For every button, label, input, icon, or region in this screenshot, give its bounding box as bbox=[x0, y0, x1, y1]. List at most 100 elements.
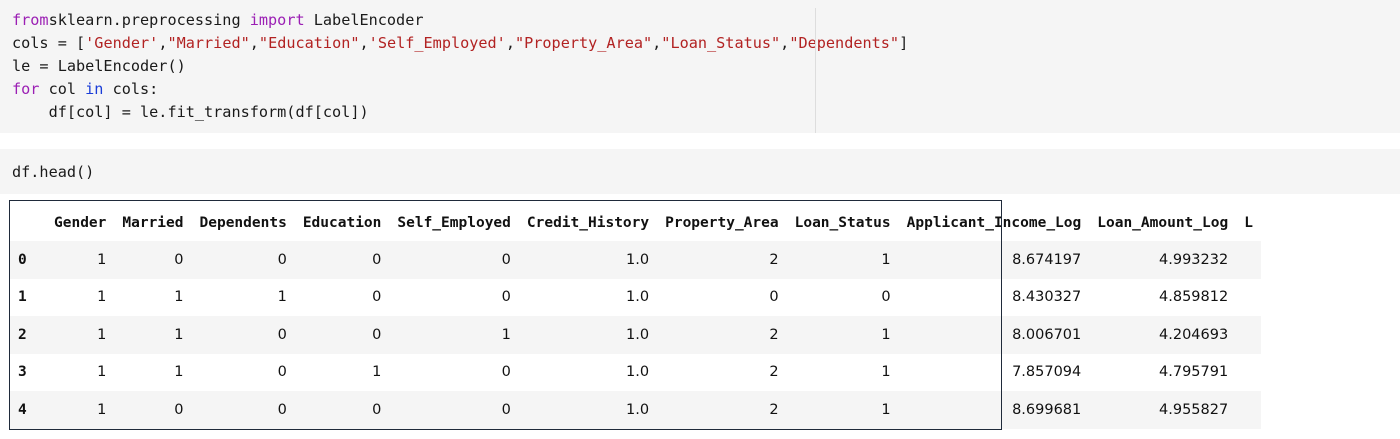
table-cell: 0 bbox=[501, 401, 511, 418]
code-token: cols = [ bbox=[12, 34, 86, 52]
row-index: 0 bbox=[18, 251, 27, 268]
table-cell: 1 bbox=[881, 326, 891, 343]
column-header: Loan_Amount_Log bbox=[1097, 214, 1229, 231]
table-cell: 0 bbox=[501, 251, 511, 268]
table-cell bbox=[1236, 241, 1261, 279]
code-token: LabelEncoder bbox=[304, 11, 424, 29]
table-cell: 1.0 bbox=[626, 326, 650, 343]
table-cell: 1 bbox=[881, 401, 891, 418]
code-cell-2-source[interactable]: df.head() bbox=[12, 161, 94, 184]
dataframe-table: Gender Married Dependents Education Self_Emp… bbox=[9, 204, 1261, 429]
table-cell: 7.857094 bbox=[1012, 364, 1082, 381]
table-cell: 2 bbox=[769, 326, 779, 343]
table-row: 2 1 1 0 0 1 1.0 2 1 8.006701 4.204693 bbox=[9, 316, 1261, 354]
table-cell: 1.0 bbox=[626, 364, 650, 381]
code-token: "Dependents" bbox=[789, 34, 900, 52]
code-token: , bbox=[505, 34, 515, 52]
code-token: le = LabelEncoder() bbox=[12, 57, 186, 75]
cell-gap bbox=[0, 133, 1400, 149]
table-cell: 1.0 bbox=[626, 401, 650, 418]
code-token: "Property_Area" bbox=[514, 34, 653, 52]
table-cell: 2 bbox=[769, 401, 779, 418]
table-cell: 1 bbox=[881, 364, 891, 381]
table-cell: 2 bbox=[769, 364, 779, 381]
row-index: 3 bbox=[18, 364, 27, 381]
table-cell: 0 bbox=[277, 251, 287, 268]
column-header: Credit_History bbox=[526, 214, 650, 231]
column-header: L bbox=[1244, 214, 1253, 231]
table-cell: 1 bbox=[372, 364, 382, 381]
code-token: sklearn.preprocessing bbox=[48, 11, 250, 29]
row-index: 1 bbox=[18, 289, 27, 306]
code-line: for col in cols: bbox=[12, 78, 908, 101]
table-cell bbox=[1236, 279, 1261, 317]
row-index: 4 bbox=[18, 401, 27, 418]
table-cell: 0 bbox=[372, 401, 382, 418]
code-token: df[col] = le.fit_transform(df[col]) bbox=[12, 103, 369, 121]
index-header bbox=[9, 204, 46, 241]
column-header: Dependents bbox=[199, 214, 287, 231]
table-cell: 0 bbox=[372, 326, 382, 343]
table-cell: 2 bbox=[769, 251, 779, 268]
code-line: df[col] = le.fit_transform(df[col]) bbox=[12, 101, 908, 124]
table-cell: 1 bbox=[97, 401, 107, 418]
column-header: Education bbox=[302, 214, 382, 231]
table-cell: 4.955827 bbox=[1159, 401, 1229, 418]
table-cell: 0 bbox=[277, 326, 287, 343]
table-cell: 4.795791 bbox=[1159, 364, 1229, 381]
column-header: Gender bbox=[54, 214, 107, 231]
code-line: fromsklearn.preprocessing import LabelEn… bbox=[12, 9, 908, 32]
column-header: Self_Employed bbox=[397, 214, 511, 231]
dataframe-output: Gender Married Dependents Education Self_Emp… bbox=[0, 200, 1400, 439]
table-cell: 0 bbox=[501, 289, 511, 306]
code-cell-1-source[interactable]: fromsklearn.preprocessing import LabelEn… bbox=[12, 9, 908, 124]
table-row: 0 1 0 0 0 0 1.0 2 1 8.674197 4.993232 bbox=[9, 241, 1261, 279]
table-cell: 0 bbox=[277, 364, 287, 381]
code-token: in bbox=[85, 80, 104, 98]
table-cell: 1 bbox=[97, 289, 107, 306]
table-cell: 1.0 bbox=[626, 289, 650, 306]
table-cell: 0 bbox=[277, 401, 287, 418]
table-cell: 0 bbox=[174, 251, 184, 268]
code-token: cols: bbox=[103, 80, 159, 98]
table-cell: 4.993232 bbox=[1159, 251, 1229, 268]
table-cell: 0 bbox=[881, 289, 891, 306]
code-line: cols = ['Gender',"Married","Education",'… bbox=[12, 32, 908, 55]
code-token: for bbox=[12, 80, 40, 98]
table-cell: 1 bbox=[174, 364, 184, 381]
code-token: , bbox=[359, 34, 369, 52]
table-cell: 0 bbox=[769, 289, 779, 306]
table-cell: 4.204693 bbox=[1159, 326, 1229, 343]
table-cell: 1 bbox=[97, 364, 107, 381]
column-header: Property_Area bbox=[665, 214, 779, 231]
code-token: col bbox=[39, 80, 86, 98]
code-token: "Education" bbox=[258, 34, 360, 52]
table-cell: 1 bbox=[174, 289, 184, 306]
row-index: 2 bbox=[18, 326, 27, 343]
line-length-ruler bbox=[815, 8, 816, 133]
column-header: Married bbox=[122, 214, 184, 231]
table-cell: 8.430327 bbox=[1012, 289, 1082, 306]
table-cell: 1 bbox=[97, 251, 107, 268]
code-token: "Married" bbox=[167, 34, 250, 52]
table-cell: 0 bbox=[501, 364, 511, 381]
table-cell: 0 bbox=[372, 289, 382, 306]
code-token: , bbox=[249, 34, 259, 52]
table-cell: 1 bbox=[881, 251, 891, 268]
table-header-row: Gender Married Dependents Education Self_Emp… bbox=[9, 204, 1261, 241]
table-cell: 0 bbox=[174, 401, 184, 418]
table-cell: 4.859812 bbox=[1159, 289, 1229, 306]
table-cell: 8.699681 bbox=[1012, 401, 1082, 418]
code-token: 'Gender' bbox=[85, 34, 159, 52]
table-cell: 1 bbox=[501, 326, 511, 343]
table-cell: 8.006701 bbox=[1012, 326, 1082, 343]
code-line: le = LabelEncoder() bbox=[12, 55, 908, 78]
table-cell bbox=[1236, 391, 1261, 429]
code-cell-2[interactable] bbox=[0, 149, 1400, 194]
table-cell: 1 bbox=[174, 326, 184, 343]
code-token: from bbox=[12, 11, 49, 29]
table-row: 4 1 0 0 0 0 1.0 2 1 8.699681 4.955827 bbox=[9, 391, 1261, 429]
table-cell: 1 bbox=[97, 326, 107, 343]
code-token: import bbox=[249, 11, 305, 29]
code-token: ] bbox=[899, 34, 909, 52]
